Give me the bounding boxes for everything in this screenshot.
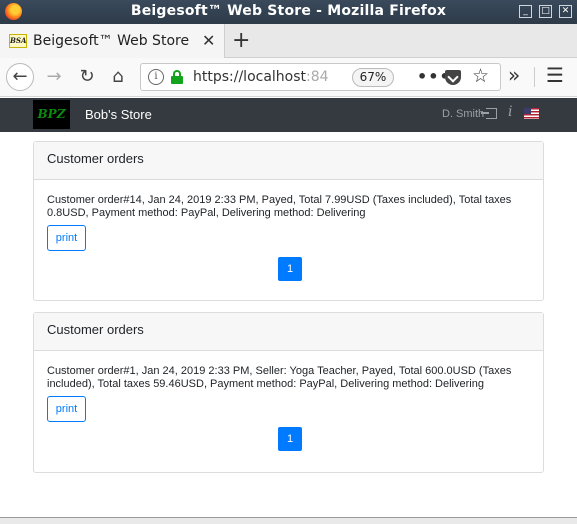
us-flag-icon[interactable] xyxy=(524,108,539,119)
tab-active[interactable]: BSA Beigesoft™ Web Store ✕ xyxy=(0,24,225,58)
navigation-bar: ← → ↻ ⌂ i https://localhost:84 67% ••• ☆… xyxy=(0,58,577,97)
toolbar-separator xyxy=(534,67,535,87)
card-body: Customer order#1, Jan 24, 2019 2:33 PM, … xyxy=(34,351,543,422)
close-tab-icon[interactable]: ✕ xyxy=(202,31,215,50)
window-bottom-edge xyxy=(0,517,577,524)
minimize-button[interactable]: _ xyxy=(519,5,532,18)
url-bar[interactable]: i https://localhost:84 67% ••• ☆ xyxy=(140,63,501,91)
close-window-button[interactable]: ✕ xyxy=(559,5,572,18)
url-text[interactable]: https://localhost:84 xyxy=(193,69,329,85)
site-favicon-icon: BSA xyxy=(9,34,27,48)
overflow-chevron-icon[interactable]: » xyxy=(508,63,520,87)
card-body: Customer order#14, Jan 24, 2019 2:33 PM,… xyxy=(34,180,543,251)
pagination-page-button[interactable]: 1 xyxy=(278,257,302,281)
forward-arrow-icon[interactable]: → xyxy=(40,63,68,91)
bookmark-star-icon[interactable]: ☆ xyxy=(472,65,489,87)
hamburger-menu-icon[interactable]: ☰ xyxy=(546,63,564,87)
page-content: Customer orders Customer order#14, Jan 2… xyxy=(0,132,577,524)
logout-icon[interactable] xyxy=(481,108,497,119)
zoom-indicator[interactable]: 67% xyxy=(352,68,394,87)
pagination-page-button[interactable]: 1 xyxy=(278,427,302,451)
orders-card: Customer orders Customer order#14, Jan 2… xyxy=(33,141,544,301)
site-header: BPZ Bob's Store D. Smith i xyxy=(0,98,577,132)
home-icon[interactable]: ⌂ xyxy=(104,63,132,91)
reload-icon[interactable]: ↻ xyxy=(73,63,101,91)
order-summary: Customer order#14, Jan 24, 2019 2:33 PM,… xyxy=(47,194,512,219)
pocket-icon[interactable] xyxy=(445,70,461,85)
info-icon[interactable]: i xyxy=(508,104,512,120)
new-tab-icon[interactable]: + xyxy=(232,28,250,53)
order-summary: Customer order#1, Jan 24, 2019 2:33 PM, … xyxy=(47,365,512,390)
card-header: Customer orders xyxy=(34,313,543,351)
back-arrow-icon[interactable]: ← xyxy=(6,63,34,91)
user-name: D. Smith xyxy=(442,108,485,120)
orders-card: Customer orders Customer order#1, Jan 24… xyxy=(33,312,544,473)
site-info-icon[interactable]: i xyxy=(148,69,164,85)
window-titlebar: Beigesoft™ Web Store - Mozilla Firefox _… xyxy=(0,0,577,24)
store-name-link[interactable]: Bob's Store xyxy=(85,107,152,122)
window-title: Beigesoft™ Web Store - Mozilla Firefox xyxy=(130,3,447,19)
tab-title: Beigesoft™ Web Store xyxy=(33,33,190,49)
tab-strip: BSA Beigesoft™ Web Store ✕ + xyxy=(0,24,577,58)
store-logo[interactable]: BPZ xyxy=(33,100,70,129)
maximize-button[interactable]: □ xyxy=(539,5,552,18)
print-button[interactable]: print xyxy=(47,396,86,422)
card-header: Customer orders xyxy=(34,142,543,180)
lock-icon[interactable] xyxy=(171,70,183,84)
print-button[interactable]: print xyxy=(47,225,86,251)
